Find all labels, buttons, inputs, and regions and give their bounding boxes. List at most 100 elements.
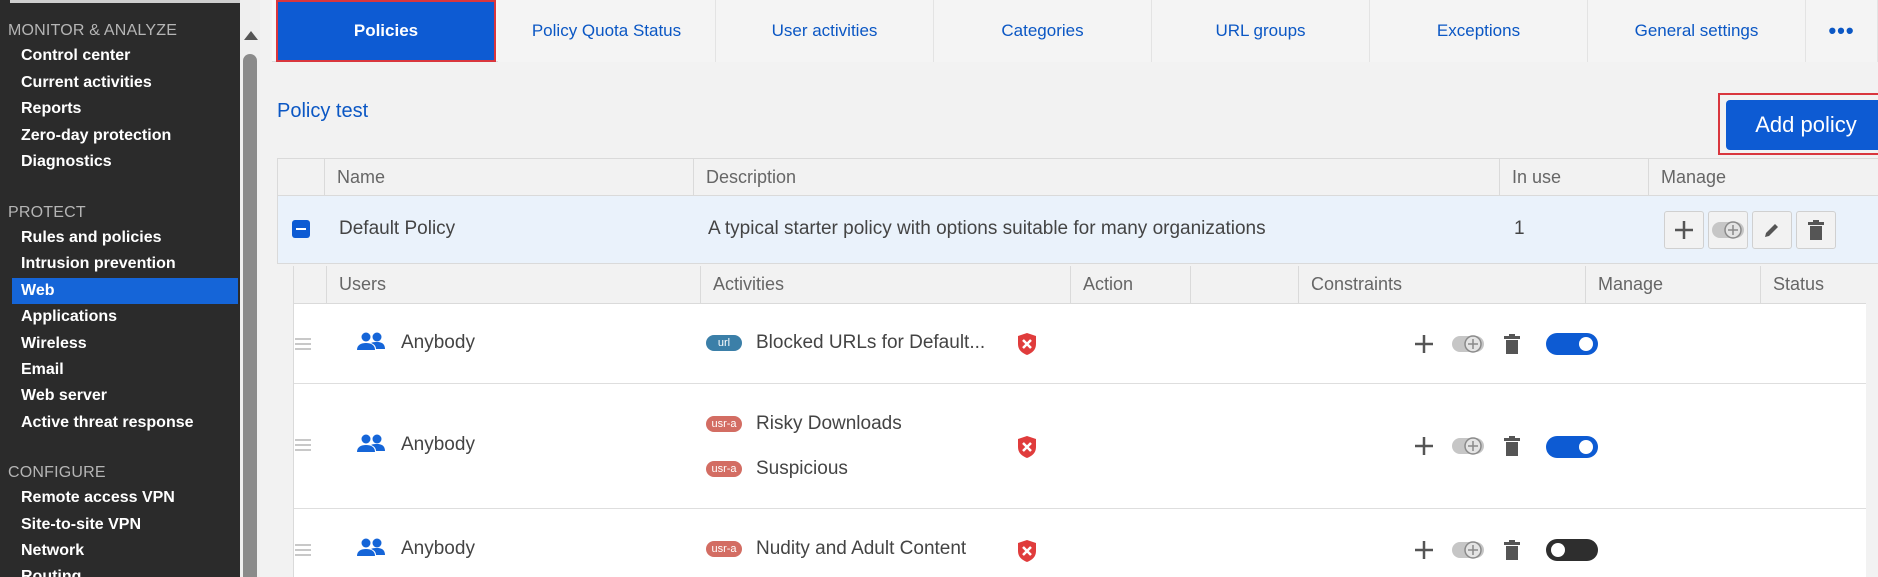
policy-row[interactable]: Default Policy A typical starter policy … (277, 196, 1878, 264)
sidebar-item-diagnostics[interactable]: Diagnostics (12, 149, 238, 175)
sidebar-item-remote-access-vpn[interactable]: Remote access VPN (12, 485, 238, 511)
sidebar-item-web[interactable]: Web (12, 278, 238, 304)
sidebar-item-reports[interactable]: Reports (12, 96, 238, 122)
usr-a-tag-icon: usr-a (706, 461, 742, 477)
header-in-use[interactable]: In use (1499, 159, 1648, 197)
tab-url-groups[interactable]: URL groups (1152, 0, 1370, 62)
sidebar-scrollbar[interactable] (240, 0, 260, 577)
pencil-icon (1765, 224, 1778, 237)
rule-user: Anybody (401, 332, 475, 353)
header-users: Users (326, 266, 700, 304)
status-toggle[interactable] (1546, 539, 1598, 561)
scrollbar-thumb[interactable] (243, 54, 257, 577)
rule-manage (1402, 530, 1534, 570)
rule-manage (1402, 426, 1534, 466)
sidebar-item-network[interactable]: Network (12, 538, 238, 564)
add-subrule-button[interactable] (1402, 426, 1446, 466)
drag-handle-icon[interactable] (295, 439, 311, 454)
sidebar: MONITOR & ANALYZE Control center Current… (0, 0, 240, 577)
delete-rule-button[interactable] (1490, 530, 1534, 570)
policy-table-header: Name Description In use Manage (277, 158, 1878, 197)
block-shield-icon (1018, 436, 1036, 458)
plus-icon (1675, 221, 1693, 239)
sidebar-item-intrusion-prevention[interactable]: Intrusion prevention (12, 251, 238, 277)
tab-categories[interactable]: Categories (934, 0, 1152, 62)
usr-a-tag-icon: usr-a (706, 416, 742, 432)
delete-policy-button[interactable] (1796, 211, 1836, 249)
sidebar-item-applications[interactable]: Applications (12, 304, 238, 330)
sidebar-item-control-center[interactable]: Control center (12, 43, 238, 69)
header-drag-col (294, 266, 326, 304)
toggle-knob (1579, 337, 1593, 351)
sidebar-item-routing[interactable]: Routing (12, 564, 238, 577)
sidebar-item-site-to-site-vpn[interactable]: Site-to-site VPN (12, 512, 238, 538)
tabs-more-icon[interactable]: ••• (1806, 0, 1878, 62)
tab-policy-quota-status[interactable]: Policy Quota Status (498, 0, 716, 62)
policy-in-use: 1 (1514, 218, 1525, 239)
activity-label[interactable]: Blocked URLs for Default... (756, 332, 985, 354)
delete-rule-button[interactable] (1490, 324, 1534, 364)
add-exception-button[interactable] (1446, 530, 1490, 570)
add-subrule-button[interactable] (1402, 324, 1446, 364)
drag-handle-icon[interactable] (295, 338, 311, 353)
block-shield-icon (1018, 333, 1036, 355)
section-protect: PROTECT (8, 204, 86, 221)
add-policy-button[interactable]: Add policy (1726, 100, 1878, 150)
header-manage: Manage (1648, 159, 1878, 197)
status-toggle[interactable] (1546, 333, 1598, 355)
tab-user-activities[interactable]: User activities (716, 0, 934, 62)
header-description[interactable]: Description (693, 159, 1499, 197)
block-shield-icon (1018, 540, 1036, 562)
users-icon (357, 332, 385, 350)
usr-a-tag-icon: usr-a (706, 541, 742, 557)
toggle-add-icon (1452, 541, 1484, 559)
collapse-minus-icon[interactable] (292, 220, 310, 238)
activity-label[interactable]: Nudity and Adult Content (756, 538, 966, 560)
sidebar-item-zero-day-protection[interactable]: Zero-day protection (12, 123, 238, 149)
header-constraints: Constraints (1298, 266, 1585, 304)
header-action: Action (1070, 266, 1190, 304)
add-exception-button[interactable] (1446, 324, 1490, 364)
rule-row[interactable]: Anybody usr-a Risky Downloads usr-a Susp… (294, 384, 1866, 509)
sidebar-item-email[interactable]: Email (12, 357, 238, 383)
policy-title-link[interactable]: Policy test (277, 100, 368, 123)
rule-row[interactable]: Anybody usr-a Nudity and Adult Content (294, 509, 1866, 577)
header-activities: Activities (700, 266, 1070, 304)
rule-user: Anybody (401, 538, 475, 559)
trash-icon (1504, 436, 1520, 456)
sidebar-item-current-activities[interactable]: Current activities (12, 70, 238, 96)
users-icon (357, 538, 385, 556)
sidebar-item-web-server[interactable]: Web server (12, 383, 238, 409)
add-rule-button[interactable] (1664, 211, 1704, 249)
activity-label[interactable]: Suspicious (756, 458, 848, 480)
sidebar-item-wireless[interactable]: Wireless (12, 331, 238, 357)
rule-manage (1402, 324, 1534, 364)
sidebar-item-active-threat-response[interactable]: Active threat response (12, 410, 238, 436)
scroll-up-arrow-icon[interactable] (244, 31, 258, 40)
header-status: Status (1760, 266, 1866, 304)
toggle-knob (1579, 440, 1593, 454)
policy-description: A typical starter policy with options su… (708, 218, 1266, 239)
main-content: Policies Policy Quota Status User activi… (260, 0, 1878, 577)
section-monitor-analyze: MONITOR & ANALYZE (8, 22, 178, 39)
tab-policies[interactable]: Policies (276, 0, 496, 62)
sidebar-item-rules-and-policies[interactable]: Rules and policies (12, 225, 238, 251)
policy-name: Default Policy (339, 218, 456, 239)
trash-icon (1504, 334, 1520, 354)
header-name[interactable]: Name (324, 159, 693, 197)
drag-handle-icon[interactable] (295, 544, 311, 559)
rule-row[interactable]: Anybody url Blocked URLs for Default... (294, 304, 1866, 384)
add-subrule-button[interactable] (1402, 530, 1446, 570)
sidebar-top-bar (10, 0, 240, 3)
status-toggle[interactable] (1546, 436, 1598, 458)
delete-rule-button[interactable] (1490, 426, 1534, 466)
activity-label[interactable]: Risky Downloads (756, 413, 902, 435)
edit-policy-button[interactable] (1752, 211, 1792, 249)
tab-exceptions[interactable]: Exceptions (1370, 0, 1588, 62)
add-exception-button[interactable] (1446, 426, 1490, 466)
activity-item: usr-a Suspicious (706, 458, 848, 480)
tab-general-settings[interactable]: General settings (1588, 0, 1806, 62)
activity-item: url Blocked URLs for Default... (706, 332, 985, 354)
header-select-col (278, 159, 324, 197)
add-rule-disabled-button[interactable] (1708, 211, 1748, 249)
